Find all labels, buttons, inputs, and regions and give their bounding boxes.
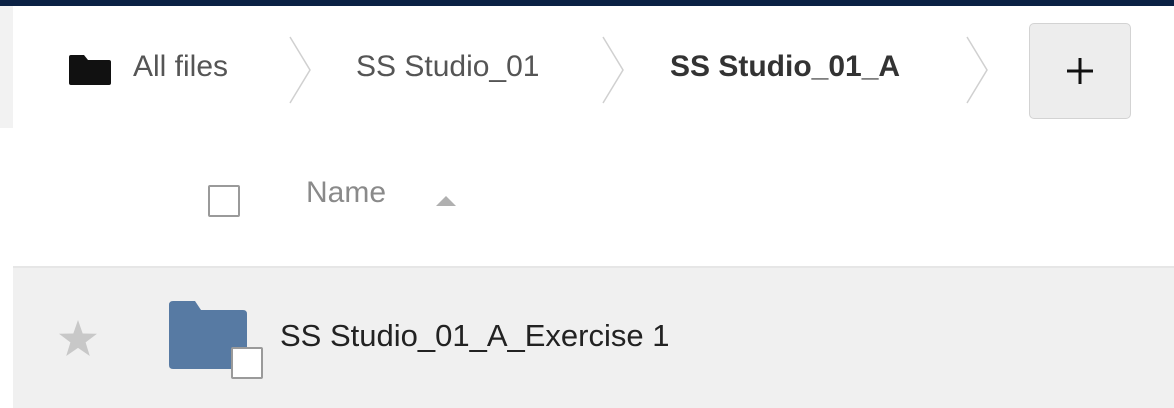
select-all-checkbox[interactable] <box>208 185 240 217</box>
column-header-name[interactable]: Name <box>306 176 386 210</box>
breadcrumb-item-ss-studio-01-a[interactable]: SS Studio_01_A <box>670 6 900 128</box>
breadcrumb-item-ss-studio-01[interactable]: SS Studio_01 <box>356 6 539 128</box>
add-new-button[interactable] <box>1029 23 1131 119</box>
table-row[interactable]: SS Studio_01_A_Exercise 1 <box>13 268 1174 408</box>
chevron-separator-icon <box>602 36 624 104</box>
sort-ascending-icon[interactable] <box>436 196 456 206</box>
file-list-header: Name <box>13 128 1174 266</box>
file-name[interactable]: SS Studio_01_A_Exercise 1 <box>280 318 669 354</box>
star-icon[interactable] <box>58 320 98 358</box>
breadcrumb-item-all-files[interactable]: All files <box>133 6 228 128</box>
row-select-checkbox[interactable] <box>231 347 263 379</box>
breadcrumb: All files SS Studio_01 SS Studio_01_A <box>0 6 1174 128</box>
chevron-separator-icon <box>966 36 988 104</box>
folder-home-icon[interactable] <box>69 55 111 85</box>
plus-icon <box>1067 58 1093 84</box>
chevron-separator-icon <box>289 36 311 104</box>
